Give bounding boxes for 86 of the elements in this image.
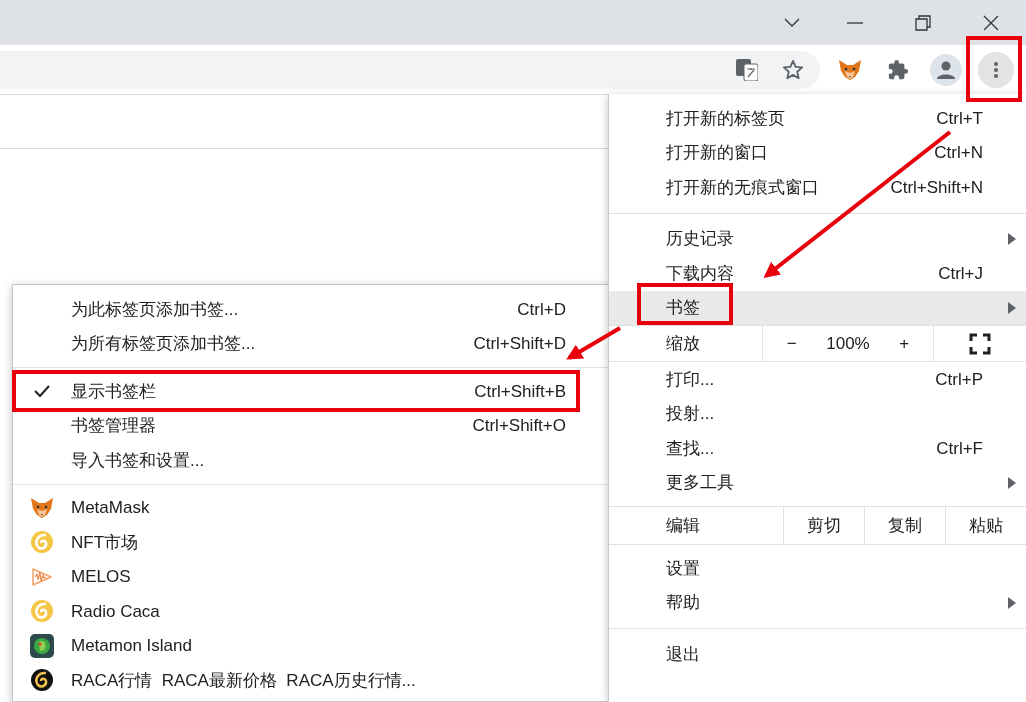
edit-action-button[interactable]: 剪切 xyxy=(784,507,865,544)
kebab-menu-icon xyxy=(994,61,998,78)
bookmark-label: Metamon Island xyxy=(71,635,192,657)
menu-item-label: 打开新的标签页 xyxy=(666,107,786,130)
edit-action-button[interactable]: 复制 xyxy=(865,507,946,544)
bookmark-item[interactable]: Radio Caca xyxy=(13,594,609,629)
shortcut-text: Ctrl+P xyxy=(935,368,983,391)
bookmark-label: Radio Caca xyxy=(71,600,160,623)
menu-item[interactable]: 投射... xyxy=(609,396,1026,431)
menu-item[interactable]: 下载内容 Ctrl+J xyxy=(609,256,1026,291)
menu-button[interactable] xyxy=(978,51,1014,88)
menu-item[interactable]: 书签 xyxy=(609,290,1026,325)
fox-icon xyxy=(30,496,54,519)
parrot-icon xyxy=(30,633,54,658)
pointer-arrow xyxy=(566,326,621,360)
zoom-in-button[interactable]: + xyxy=(875,330,933,357)
edit-label: 编辑 xyxy=(666,514,700,537)
bookmark-item[interactable]: Metamon Island xyxy=(13,628,609,663)
bookmark-label: NFT市场 xyxy=(71,531,139,554)
translate-icon xyxy=(736,58,758,81)
swirl-icon xyxy=(30,530,54,555)
submenu-item-label: 为此标签页添加书签... xyxy=(71,298,240,321)
zoom-out-button[interactable]: − xyxy=(763,330,821,357)
menu-item[interactable]: 打开新的窗口 Ctrl+N xyxy=(609,135,1026,170)
menu-item-label: 查找... xyxy=(666,437,716,460)
restore-icon xyxy=(915,14,931,31)
bookmark-label: RACA行情 RACA最新价格 RACA历史行情... xyxy=(71,669,416,692)
menu-item-label: 书签 xyxy=(666,297,701,319)
menu-item[interactable]: 更多工具 xyxy=(609,465,1026,500)
swirl-icon xyxy=(30,599,54,624)
zoom-level: 100% xyxy=(825,332,871,355)
menu-item-label: 投射... xyxy=(666,403,716,425)
menu-item[interactable]: 退出 xyxy=(609,637,1026,672)
menu-item-label: 退出 xyxy=(666,643,701,666)
menu-item-label: 设置 xyxy=(666,557,701,580)
menu-item-label: 下载内容 xyxy=(666,262,735,285)
shortcut-text: Ctrl+Shift+B xyxy=(474,380,566,403)
shortcut-text: Ctrl+T xyxy=(936,107,983,130)
menu-item-label: 打开新的无痕式窗口 xyxy=(666,176,820,199)
submenu-item-label: 显示书签栏 xyxy=(71,380,157,403)
puzzle-icon xyxy=(887,58,909,81)
bookmark-item[interactable]: MetaMask xyxy=(13,490,609,525)
shortcut-text: Ctrl+Shift+O xyxy=(472,415,566,437)
bookmark-item[interactable]: NFT市场 xyxy=(13,525,609,560)
minimize-icon xyxy=(847,21,863,24)
shortcut-text: Ctrl+J xyxy=(938,262,983,285)
menu-item[interactable]: 设置 xyxy=(609,551,1026,586)
bookmark-item[interactable]: MELOS xyxy=(13,559,609,594)
shortcut-text: Ctrl+Shift+N xyxy=(890,176,983,199)
bookmark-label: MELOS xyxy=(71,566,131,588)
bookmark-label: MetaMask xyxy=(71,497,150,519)
fullscreen-icon xyxy=(969,332,991,355)
chevron-down-icon xyxy=(784,17,800,28)
menu-item-label: 帮助 xyxy=(666,592,701,614)
menu-item-label: 更多工具 xyxy=(666,472,735,494)
menu-item-label: 历史记录 xyxy=(666,228,735,250)
submenu-item[interactable]: 书签管理器 Ctrl+Shift+O xyxy=(13,408,609,443)
menu-item[interactable]: 打开新的无痕式窗口 Ctrl+Shift+N xyxy=(609,170,1026,205)
star-icon xyxy=(782,58,804,81)
menu-item-label: 打开新的窗口 xyxy=(666,142,769,164)
submenu-item[interactable]: 为所有标签页添加书签... Ctrl+Shift+D xyxy=(13,326,609,361)
submenu-item[interactable]: 为此标签页添加书签... Ctrl+D xyxy=(13,292,609,327)
zoom-label: 缩放 xyxy=(666,332,700,355)
menu-item[interactable]: 查找... Ctrl+F xyxy=(609,431,1026,466)
swirl-icon xyxy=(30,668,54,693)
shortcut-text: Ctrl+Shift+D xyxy=(473,333,566,355)
edit-action-button[interactable]: 粘贴 xyxy=(946,507,1026,544)
submenu-item-label: 为所有标签页添加书签... xyxy=(71,333,257,355)
menu-item[interactable]: 帮助 xyxy=(609,585,1026,620)
fox-icon xyxy=(838,58,862,81)
menu-item[interactable]: 打开新的标签页 Ctrl+T xyxy=(609,101,1026,136)
shortcut-text: Ctrl+D xyxy=(517,298,566,321)
menu-item-label: 打印... xyxy=(666,368,716,391)
submenu-item-label: 导入书签和设置... xyxy=(71,449,206,472)
submenu-item[interactable]: 显示书签栏 Ctrl+Shift+B xyxy=(13,374,609,409)
close-icon xyxy=(983,14,999,31)
bookmark-item[interactable]: RACA行情 RACA最新价格 RACA历史行情... xyxy=(13,663,609,698)
shortcut-text: Ctrl+F xyxy=(936,437,983,460)
submenu-item-label: 书签管理器 xyxy=(71,415,157,437)
profile-button[interactable] xyxy=(930,53,962,86)
submenu-item[interactable]: 导入书签和设置... xyxy=(13,443,609,478)
menu-item[interactable]: 打印... Ctrl+P xyxy=(609,362,1026,397)
shortcut-text: Ctrl+N xyxy=(934,142,983,164)
menu-item[interactable]: 历史记录 xyxy=(609,221,1026,256)
highlight-frame xyxy=(966,36,1022,102)
person-icon xyxy=(936,59,956,80)
